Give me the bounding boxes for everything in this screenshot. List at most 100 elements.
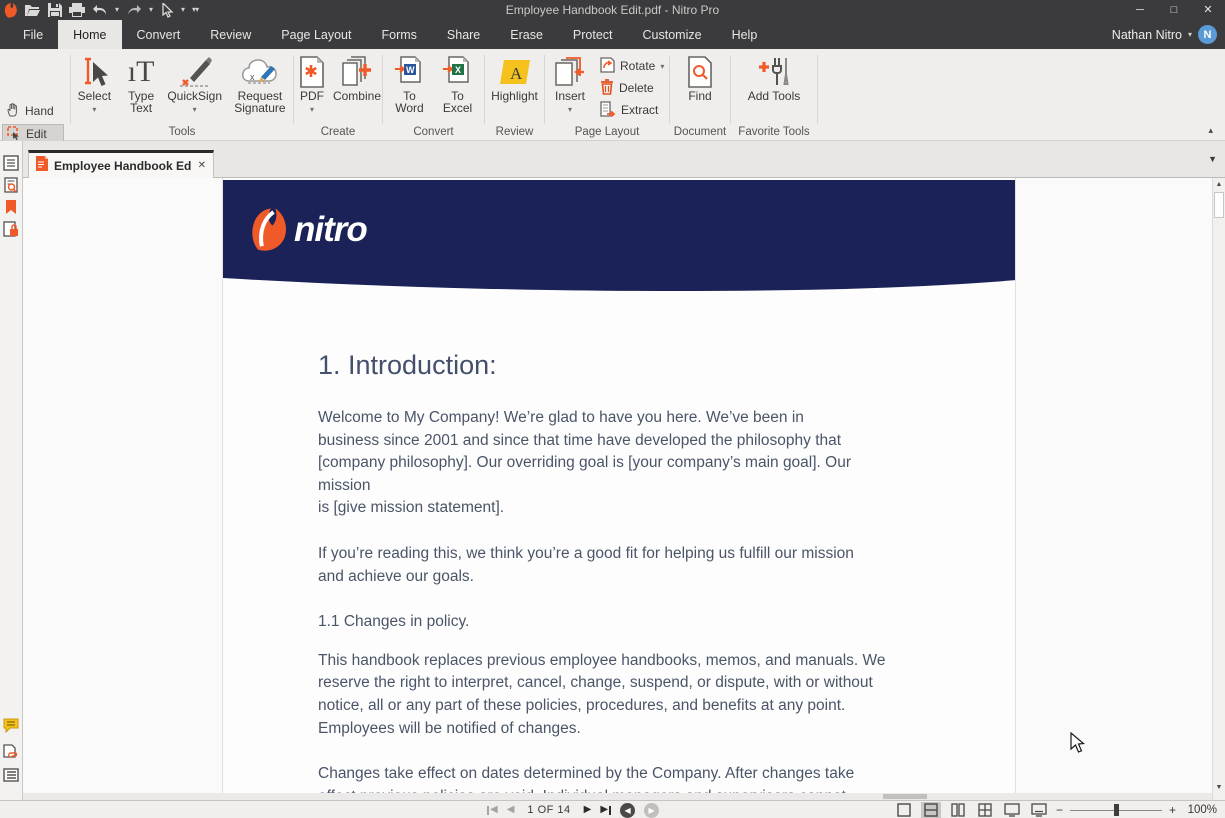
status-bar: ◀ ◀ 1 OF 14 ▶ ▶ ◀ ▶ − + 100% [0,800,1225,818]
page-number-indicator[interactable]: 1 OF 14 [527,804,570,816]
tab-close-icon[interactable]: ✕ [198,160,206,171]
previous-page-button[interactable]: ◀ [507,801,515,818]
menu-tab-erase[interactable]: Erase [495,20,558,49]
quicksign-button[interactable]: QuickSign ▾ [166,51,224,116]
zoom-slider[interactable] [1070,803,1162,817]
menu-tab-protect[interactable]: Protect [558,20,628,49]
maximize-button[interactable]: □ [1157,0,1191,20]
attachments-panel-icon[interactable] [3,743,20,760]
create-group-label: Create [295,126,381,138]
request-signature-button[interactable]: x Request Signature [228,51,292,116]
title-bar: ▾ ▾ ▾ ▾▾ Employee Handbook Edit.pdf - Ni… [0,0,1225,20]
pdf-file-icon [36,156,48,176]
pages-panel-icon[interactable] [3,155,20,172]
zoom-out-button[interactable]: − [1056,803,1063,817]
scroll-up-icon[interactable]: ▲ [1213,181,1225,188]
favorite-tools-group-label: Favorite Tools [732,126,816,138]
menu-tab-forms[interactable]: Forms [366,20,431,49]
select-label: Select [78,90,111,102]
request-signature-label: Request Signature [228,90,292,114]
pdf-page: nitro 1. Introduction: Welcome to My Com… [222,178,1016,800]
search-panel-icon[interactable] [3,177,20,194]
rotate-button[interactable]: Rotate ▾ [600,56,664,76]
bookmarks-panel-icon[interactable] [3,199,20,216]
last-page-button[interactable]: ▶ [600,801,611,818]
tools-group-label: Tools [72,126,292,138]
page-header-banner: nitro [223,180,1015,296]
menu-tab-share[interactable]: Share [432,20,495,49]
page-navigation: ◀ ◀ 1 OF 14 ▶ ▶ ◀ ▶ [487,801,659,818]
menu-tab-page-layout[interactable]: Page Layout [266,20,366,49]
first-page-button[interactable]: ◀ [487,801,498,818]
menu-tab-home[interactable]: Home [58,20,121,49]
zoom-slider-thumb[interactable] [1114,804,1119,816]
menu-tab-help[interactable]: Help [717,20,773,49]
next-page-button[interactable]: ▶ [584,801,592,818]
highlight-button[interactable]: A Highlight [488,51,542,102]
rotate-dropdown-icon: ▾ [660,62,664,71]
select-icon [79,54,109,90]
scroll-down-icon[interactable]: ▼ [1213,784,1225,791]
facing-pages-view-icon[interactable] [948,802,968,818]
add-tools-icon [758,54,790,90]
menu-tab-convert[interactable]: Convert [122,20,196,49]
fit-width-view-icon[interactable] [1029,802,1049,818]
single-page-view-icon[interactable] [894,802,914,818]
zoom-in-button[interactable]: + [1169,803,1176,817]
close-button[interactable]: ✕ [1191,0,1225,20]
minimize-button[interactable]: ─ [1123,0,1157,20]
to-excel-button[interactable]: X To Excel [436,51,480,114]
continuous-view-icon[interactable] [921,802,941,818]
fit-page-view-icon[interactable] [1002,802,1022,818]
type-text-button[interactable]: ıT Type Text [121,51,162,116]
combine-button[interactable]: Combine [333,51,381,116]
insert-button[interactable]: Insert ▾ [548,51,592,120]
insert-label: Insert [555,90,585,102]
ribbon-group-review: A Highlight Review [486,49,543,140]
select-button[interactable]: Select ▾ [72,51,117,116]
avatar[interactable]: N [1198,25,1217,44]
extract-button[interactable]: Extract [600,100,664,120]
group-divider [817,55,818,124]
menu-tab-customize[interactable]: Customize [628,20,717,49]
facing-continuous-view-icon[interactable] [975,802,995,818]
nitro-wordmark: nitro [294,210,367,250]
vertical-scrollbar[interactable]: ▲ ▼ [1212,178,1225,800]
layers-panel-icon[interactable] [3,768,20,785]
ribbon-group-document: Find Document [671,49,729,140]
highlight-icon: A [498,54,532,90]
horizontal-scrollbar-thumb[interactable] [883,794,927,799]
history-back-button[interactable]: ◀ [620,803,635,818]
document-tab[interactable]: Employee Handbook Edit ✕ [28,150,214,178]
svg-text:X: X [455,65,461,75]
ribbon-group-page-layout: Insert ▾ Rotate ▾ Delete Extract Pa [546,49,668,140]
to-excel-icon: X [443,54,473,90]
delete-button[interactable]: Delete [600,78,664,98]
to-excel-label: To Excel [436,90,480,114]
user-name: Nathan Nitro [1112,28,1182,42]
highlight-label: Highlight [491,90,538,102]
collapse-ribbon-icon[interactable]: ▴ [1208,125,1213,136]
tab-list-dropdown-icon[interactable]: ▼ [1208,154,1217,164]
to-word-button[interactable]: W To Word [388,51,432,114]
extract-icon [600,101,616,120]
user-account[interactable]: Nathan Nitro ▾ N [1112,20,1217,49]
ribbon-group-tools: Select ▾ ıT Type Text QuickSign ▾ x Requ… [72,49,292,140]
rotate-label: Rotate [620,59,655,73]
user-dropdown-icon: ▾ [1188,30,1192,39]
add-tools-button[interactable]: Add Tools [747,51,801,102]
history-forward-button[interactable]: ▶ [644,803,659,818]
find-button[interactable]: Find [678,51,722,102]
menu-tab-file[interactable]: File [8,20,58,49]
menu-tab-review[interactable]: Review [195,20,266,49]
pdf-label: PDF [300,90,324,102]
document-canvas[interactable]: nitro 1. Introduction: Welcome to My Com… [23,178,1212,800]
vertical-scrollbar-thumb[interactable] [1214,192,1224,218]
window-controls: ─ □ ✕ [1123,0,1225,20]
comments-panel-icon[interactable] [3,718,20,735]
security-panel-icon[interactable] [3,221,20,238]
hand-mode-button[interactable]: Hand [2,101,64,121]
horizontal-scrollbar[interactable] [23,793,1212,800]
document-tab-title: Employee Handbook Edit [54,159,192,173]
pdf-button[interactable]: PDF ▾ [295,51,329,116]
